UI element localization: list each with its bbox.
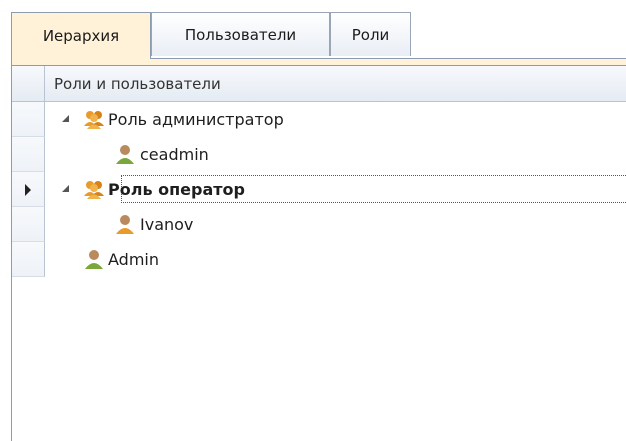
row-indicator[interactable]: [12, 102, 45, 137]
column-header-label: Роли и пользователи: [54, 75, 221, 93]
row-indicator-column: [12, 102, 45, 277]
tab-users[interactable]: Пользователи: [151, 12, 330, 56]
current-row-arrow-icon: [25, 184, 31, 196]
tree-row[interactable]: Admin: [45, 242, 626, 277]
tree-row-selected[interactable]: Роль оператор: [45, 172, 626, 207]
row-indicator[interactable]: [12, 172, 45, 207]
tree-list: Роль администратор ceadmin Роль оператор: [45, 102, 626, 277]
row-indicator[interactable]: [12, 137, 45, 172]
collapse-icon[interactable]: [62, 185, 69, 192]
role-label: Роль администратор: [108, 110, 284, 129]
tab-roles[interactable]: Роли: [330, 12, 411, 56]
user-label: Ivanov: [140, 215, 194, 234]
tab-hierarchy[interactable]: Иерархия: [11, 12, 151, 59]
user-label: Admin: [108, 250, 159, 269]
role-label: Роль оператор: [108, 180, 245, 199]
tab-panel: Роли и пользователи Роль администратор c…: [11, 58, 626, 441]
tree-row[interactable]: ceadmin: [45, 137, 626, 172]
user-icon: [116, 215, 134, 234]
tree-row[interactable]: Ivanov: [45, 207, 626, 242]
tree-row[interactable]: Роль администратор: [45, 102, 626, 137]
header-indicator-cell: [12, 66, 45, 101]
group-icon: [84, 181, 104, 199]
user-icon: [85, 250, 103, 269]
row-indicator[interactable]: [12, 207, 45, 242]
user-icon: [116, 145, 134, 164]
tab-bar: Иерархия Пользователи Роли: [11, 12, 626, 59]
panel-top-strip: [12, 59, 626, 66]
collapse-icon[interactable]: [62, 115, 69, 122]
group-icon: [84, 111, 104, 129]
row-indicator[interactable]: [12, 242, 45, 277]
user-label: ceadmin: [140, 145, 209, 164]
column-header[interactable]: Роли и пользователи: [12, 66, 626, 102]
